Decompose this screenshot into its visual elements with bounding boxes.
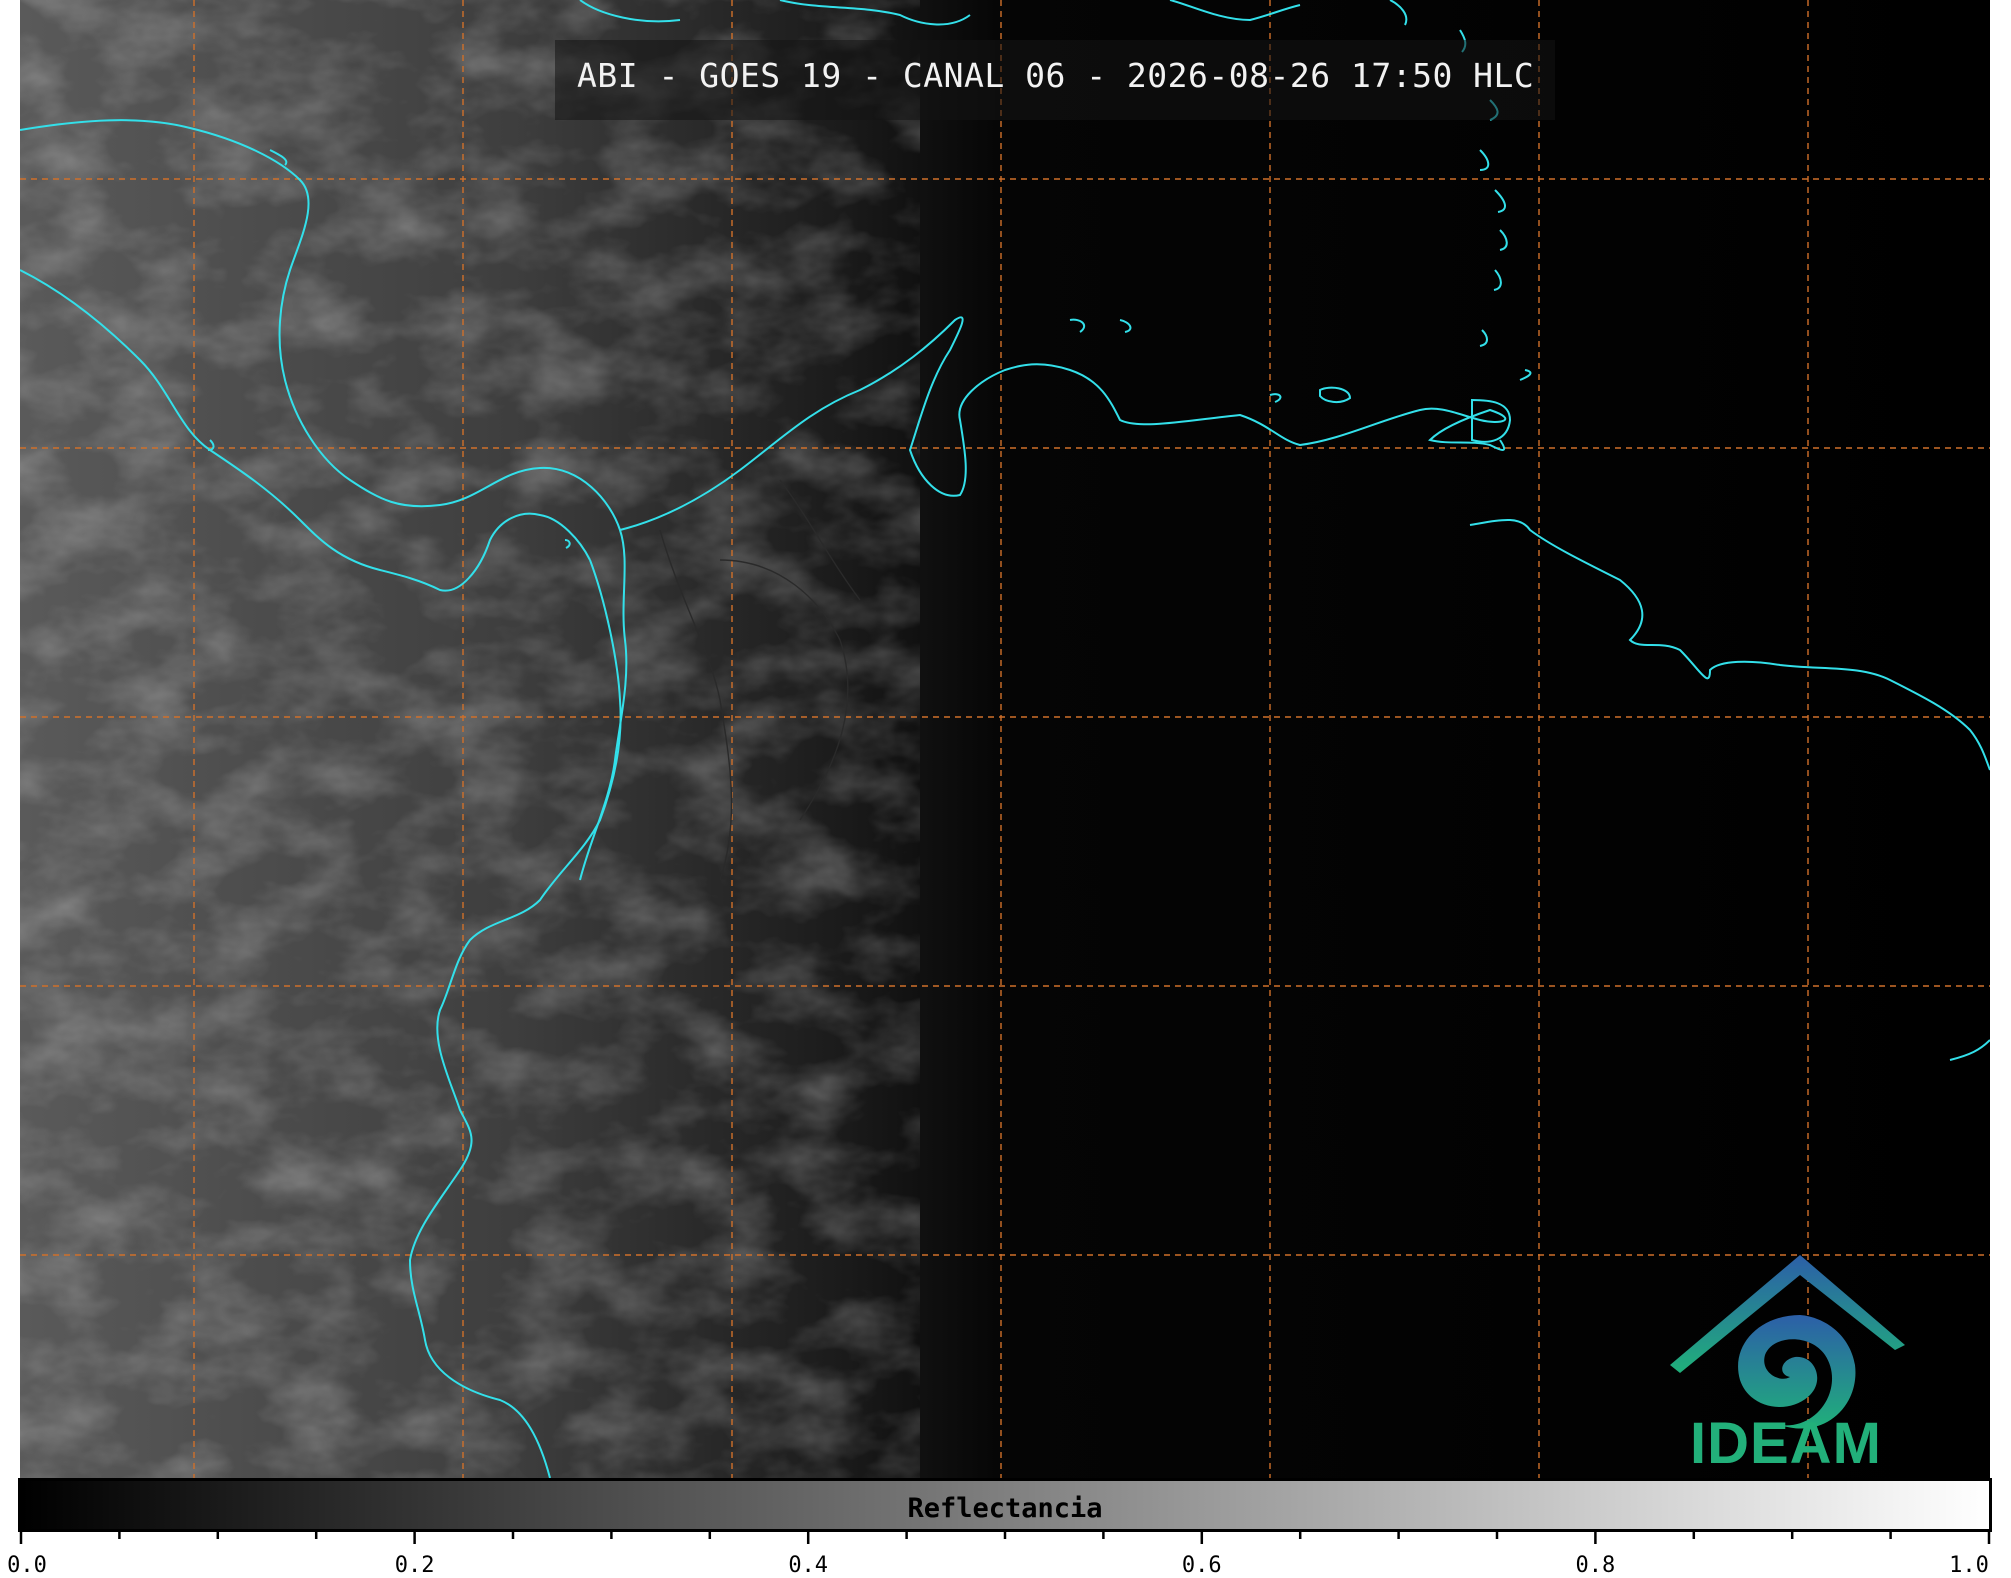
tick-label: 1.0 bbox=[1949, 1553, 1989, 1578]
cloud-texture bbox=[20, 0, 920, 1478]
colorbar-label: Reflectancia bbox=[907, 1493, 1103, 1524]
tick-label: 0.0 bbox=[7, 1553, 47, 1578]
satellite-map[interactable]: ABI - GOES 19 - CANAL 06 - 2026-08-26 17… bbox=[20, 0, 1990, 1478]
tick-label: 0.4 bbox=[788, 1553, 829, 1578]
colorbar: Reflectancia bbox=[18, 1478, 1992, 1532]
map-title: ABI - GOES 19 - CANAL 06 - 2026-08-26 17… bbox=[577, 56, 1535, 95]
logo-text: IDEAM bbox=[1690, 1411, 1882, 1476]
tick-label: 0.6 bbox=[1181, 1553, 1222, 1578]
colorbar-ticks bbox=[19, 1530, 1991, 1544]
tick-label: 0.8 bbox=[1575, 1553, 1616, 1578]
tick-label: 0.2 bbox=[394, 1553, 435, 1578]
